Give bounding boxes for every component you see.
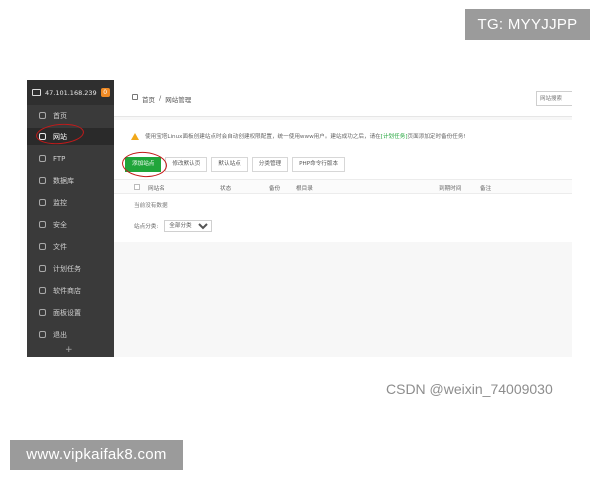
sidebar-item-store[interactable]: 软件商店: [27, 282, 114, 299]
sidebar-item-label: FTP: [53, 154, 66, 163]
breadcrumb-current: 网站管理: [165, 96, 192, 104]
tg-watermark-badge: TG: MYYJJPP: [465, 9, 590, 40]
breadcrumb: 首页 / 网站管理: [132, 94, 191, 104]
breadcrumb-bar: 首页 / 网站管理: [114, 80, 572, 117]
notice-bar: 使用宝塔Linux面板创建站点时会自动创建权限配置，统一使用www用户。建站成功…: [131, 132, 466, 140]
sidebar-item-label: 文件: [53, 242, 67, 251]
sidebar-item-label: 监控: [53, 198, 67, 207]
store-icon: [39, 287, 46, 294]
logout-icon: [39, 331, 46, 338]
column-status[interactable]: 状态: [220, 184, 231, 192]
sidebar-item-files[interactable]: 文件: [27, 238, 114, 255]
select-all-checkbox[interactable]: [134, 184, 140, 192]
page: TG: MYYJJPP 47.101.168.239 0 首页 网站 FTP 数…: [0, 0, 600, 480]
sidebar-item-label: 退出: [53, 330, 67, 339]
category-filter-label: 站点分类:: [134, 224, 159, 230]
monitor-icon: [39, 199, 46, 206]
sidebar-item-monitor[interactable]: 监控: [27, 194, 114, 211]
sidebar-item-ftp[interactable]: FTP: [27, 150, 114, 167]
sidebar-item-cron[interactable]: 计划任务: [27, 260, 114, 277]
sidebar-item-home[interactable]: 首页: [27, 107, 114, 124]
column-remark: 备注: [480, 186, 492, 192]
breadcrumb-separator: /: [159, 94, 162, 102]
sidebar-item-security[interactable]: 安全: [27, 216, 114, 233]
cron-task-link[interactable]: [计划任务]: [381, 132, 408, 140]
sidebar-item-label: 首页: [53, 111, 67, 120]
sidebar-item-label: 软件商店: [53, 286, 81, 295]
ftp-icon: [39, 155, 46, 162]
folder-icon: [39, 243, 46, 250]
column-site-name[interactable]: 网站名: [148, 184, 165, 192]
add-icon[interactable]: +: [65, 345, 73, 355]
category-manage-button[interactable]: 分类管理: [251, 157, 289, 172]
change-default-page-button[interactable]: 修改默认页: [165, 157, 208, 172]
gear-icon: [39, 309, 46, 316]
sidebar-item-label: 面板设置: [53, 308, 81, 317]
table-header: 网站名 状态 备份 根目录 到期时间 备注: [114, 179, 572, 194]
site-watermark-badge: www.vipkaifak8.com: [10, 440, 183, 470]
panel-screenshot: 47.101.168.239 0 首页 网站 FTP 数据库 监控 安全 文件 …: [27, 80, 572, 357]
notice-text: 使用宝塔Linux面板创建站点时会自动创建权限配置，统一使用www用户。建站成功…: [145, 134, 381, 140]
sidebar: 47.101.168.239 0 首页 网站 FTP 数据库 监控 安全 文件 …: [27, 80, 114, 357]
warning-icon: [131, 132, 139, 140]
monitor-icon: [32, 89, 41, 96]
main-content: 首页 / 网站管理 使用宝塔Linux面板创建站点时会自动创建权限配置，统一使用…: [114, 80, 572, 357]
breadcrumb-home[interactable]: 首页: [142, 94, 155, 104]
column-root-dir: 根目录: [296, 186, 313, 192]
home-icon: [39, 112, 46, 119]
notice-text-tail: 页面添加定时备份任务!: [407, 134, 466, 140]
csdn-watermark: CSDN @weixin_74009030: [386, 381, 553, 397]
schedule-icon: [39, 265, 46, 272]
database-icon: [39, 177, 46, 184]
column-backup: 备份: [269, 186, 281, 192]
site-search-input[interactable]: [536, 91, 572, 106]
sidebar-item-label: 安全: [53, 220, 67, 229]
category-filter: 站点分类: 全部分类: [134, 220, 213, 232]
column-expiry[interactable]: 到期时间: [439, 184, 461, 192]
site-panel: 使用宝塔Linux面板创建站点时会自动创建权限配置，统一使用www用户。建站成功…: [114, 120, 572, 242]
notification-icon[interactable]: 0: [100, 88, 110, 97]
php-cli-version-button[interactable]: PHP命令行版本: [292, 157, 346, 172]
server-ip: 47.101.168.239: [45, 88, 97, 97]
sidebar-item-label: 计划任务: [53, 264, 81, 273]
server-header: 47.101.168.239 0: [27, 80, 114, 105]
sidebar-item-label: 数据库: [53, 176, 74, 185]
empty-table-message: 当前没有数据: [134, 203, 168, 209]
shield-icon: [39, 221, 46, 228]
sidebar-item-settings[interactable]: 面板设置: [27, 304, 114, 321]
category-select[interactable]: 全部分类: [164, 220, 213, 232]
sidebar-item-logout[interactable]: 退出: [27, 326, 114, 343]
home-icon: [132, 94, 138, 100]
sidebar-item-database[interactable]: 数据库: [27, 172, 114, 189]
default-site-button[interactable]: 默认站点: [211, 157, 248, 172]
